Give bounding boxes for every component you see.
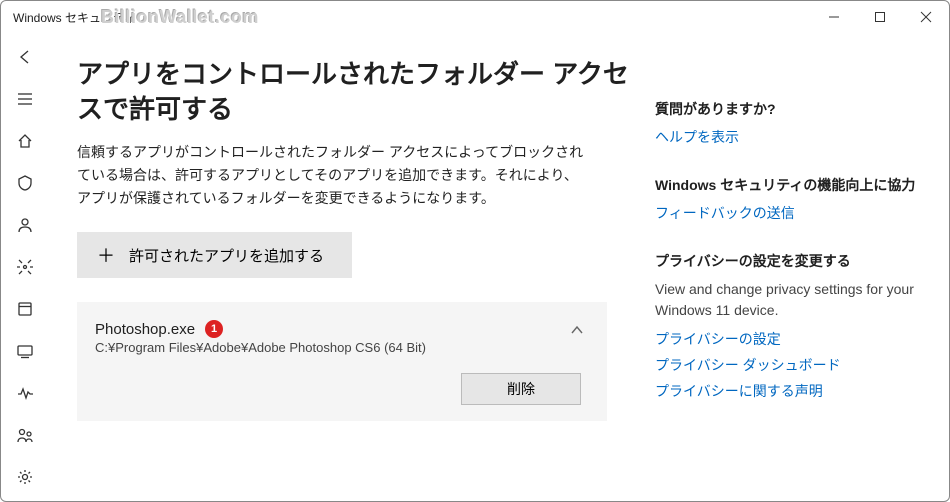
page-description: 信頼するアプリがコントロールされたフォルダー アクセスによってブロックされている… [77, 141, 587, 210]
privacy-statement-link[interactable]: プライバシーに関する声明 [655, 381, 917, 401]
allowed-app-path: C:¥Program Files¥Adobe¥Adobe Photoshop C… [95, 340, 585, 355]
add-allowed-app-button[interactable]: ＋ 許可されたアプリを追加する [77, 232, 352, 278]
sidebar-item-device-security[interactable] [5, 331, 45, 371]
allowed-app-card: Photoshop.exe 1 C:¥Program Files¥Adobe¥A… [77, 302, 607, 421]
minimize-button[interactable] [811, 1, 857, 33]
help-heading: 質問がありますか? [655, 99, 917, 119]
page-title: アプリをコントロールされたフォルダー アクセスで許可する [77, 57, 637, 127]
annotation-badge: 1 [205, 320, 223, 338]
menu-button[interactable] [5, 79, 45, 119]
privacy-text: View and change privacy settings for you… [655, 279, 917, 321]
back-button[interactable] [5, 37, 45, 77]
sidebar [1, 33, 49, 501]
remove-button-label: 削除 [507, 381, 535, 397]
sidebar-item-account[interactable] [5, 205, 45, 245]
sidebar-item-home[interactable] [5, 121, 45, 161]
sidebar-item-family[interactable] [5, 415, 45, 455]
window-title: Windows セキュリティ [13, 9, 136, 26]
sidebar-item-performance[interactable] [5, 373, 45, 413]
privacy-heading: プライバシーの設定を変更する [655, 251, 917, 271]
remove-button[interactable]: 削除 [461, 373, 581, 405]
privacy-dashboard-link[interactable]: プライバシー ダッシュボード [655, 355, 917, 375]
feedback-link[interactable]: フィードバックの送信 [655, 203, 917, 223]
add-button-label: 許可されたアプリを追加する [129, 245, 324, 266]
allowed-app-name: Photoshop.exe [95, 321, 195, 338]
plus-icon: ＋ [97, 242, 115, 268]
sidebar-item-app-browser[interactable] [5, 289, 45, 329]
titlebar: Windows セキュリティ BillionWallet.com [1, 1, 949, 33]
sidebar-item-settings[interactable] [5, 457, 45, 497]
help-link[interactable]: ヘルプを表示 [655, 127, 917, 147]
close-button[interactable] [903, 1, 949, 33]
sidebar-item-firewall[interactable] [5, 247, 45, 287]
maximize-button[interactable] [857, 1, 903, 33]
feedback-heading: Windows セキュリティの機能向上に協力 [655, 175, 917, 195]
privacy-settings-link[interactable]: プライバシーの設定 [655, 329, 917, 349]
sidebar-item-virus[interactable] [5, 163, 45, 203]
collapse-button[interactable] [569, 322, 585, 341]
